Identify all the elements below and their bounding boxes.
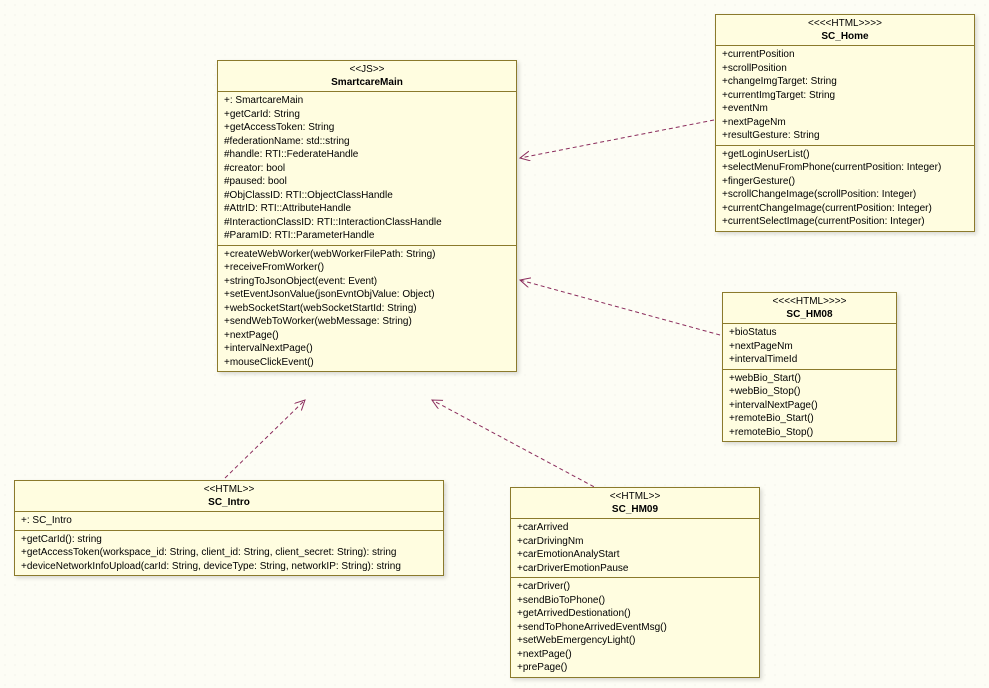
class-name: SC_Home — [722, 30, 968, 43]
operation-row: +prePage() — [517, 661, 753, 675]
attribute-row: +currentImgTarget: String — [722, 89, 968, 103]
operation-row: +webSocketStart(webSocketStartId: String… — [224, 302, 510, 316]
attribute-row: #ParamID: RTI::ParameterHandle — [224, 229, 510, 243]
class-name: SC_Intro — [21, 496, 437, 509]
attribute-row: +nextPageNm — [729, 340, 890, 354]
operation-row: +intervalNextPage() — [224, 342, 510, 356]
attributes-section: +: SC_Intro — [15, 512, 443, 531]
class-sc-hm09[interactable]: <<HTML>> SC_HM09 +carArrived+carDrivingN… — [510, 487, 760, 678]
stereotype: <<<<HTML>>>> — [722, 17, 968, 30]
attribute-row: #handle: RTI::FederateHandle — [224, 148, 510, 162]
class-header: <<JS>> SmartcareMain — [218, 61, 516, 92]
operation-row: +sendBioToPhone() — [517, 594, 753, 608]
operation-row: +createWebWorker(webWorkerFilePath: Stri… — [224, 248, 510, 262]
operation-row: +getLoginUserList() — [722, 148, 968, 162]
attribute-row: #creator: bool — [224, 162, 510, 176]
operation-row: +getCarId(): string — [21, 533, 437, 547]
operations-section: +webBio_Start()+webBio_Stop()+intervalNe… — [723, 370, 896, 442]
operation-row: +getAccessToken(workspace_id: String, cl… — [21, 546, 437, 560]
stereotype: <<<<HTML>>>> — [729, 295, 890, 308]
operation-row: +nextPage() — [517, 648, 753, 662]
stereotype: <<HTML>> — [517, 490, 753, 503]
operation-row: +carDriver() — [517, 580, 753, 594]
attribute-row: +resultGesture: String — [722, 129, 968, 143]
attributes-section: +currentPosition+scrollPosition+changeIm… — [716, 46, 974, 146]
attribute-row: +carArrived — [517, 521, 753, 535]
class-name: SC_HM08 — [729, 308, 890, 321]
attribute-row: +intervalTimeId — [729, 353, 890, 367]
attribute-row: +: SmartcareMain — [224, 94, 510, 108]
operation-row: +deviceNetworkInfoUpload(carId: String, … — [21, 560, 437, 574]
operations-section: +createWebWorker(webWorkerFilePath: Stri… — [218, 246, 516, 372]
attribute-row: +eventNm — [722, 102, 968, 116]
class-name: SC_HM09 — [517, 503, 753, 516]
class-sc-home[interactable]: <<<<HTML>>>> SC_Home +currentPosition+sc… — [715, 14, 975, 232]
attribute-row: +: SC_Intro — [21, 514, 437, 528]
operation-row: +setEventJsonValue(jsonEvntObjValue: Obj… — [224, 288, 510, 302]
operation-row: +nextPage() — [224, 329, 510, 343]
attributes-section: +carArrived+carDrivingNm+carEmotionAnaly… — [511, 519, 759, 578]
operation-row: +currentChangeImage(currentPosition: Int… — [722, 202, 968, 216]
operation-row: +webBio_Start() — [729, 372, 890, 386]
class-sc-hm08[interactable]: <<<<HTML>>>> SC_HM08 +bioStatus+nextPage… — [722, 292, 897, 442]
stereotype: <<HTML>> — [21, 483, 437, 496]
attribute-row: +changeImgTarget: String — [722, 75, 968, 89]
attribute-row: +nextPageNm — [722, 116, 968, 130]
class-name: SmartcareMain — [224, 76, 510, 89]
operations-section: +getLoginUserList()+selectMenuFromPhone(… — [716, 146, 974, 231]
operation-row: +fingerGesture() — [722, 175, 968, 189]
attribute-row: +carEmotionAnalyStart — [517, 548, 753, 562]
class-header: <<HTML>> SC_Intro — [15, 481, 443, 512]
operation-row: +mouseClickEvent() — [224, 356, 510, 370]
attribute-row: +carDriverEmotionPause — [517, 562, 753, 576]
class-header: <<HTML>> SC_HM09 — [511, 488, 759, 519]
attribute-row: #federationName: std::string — [224, 135, 510, 149]
attributes-section: +: SmartcareMain+getCarId: String+getAcc… — [218, 92, 516, 246]
operation-row: +currentSelectImage(currentPosition: Int… — [722, 215, 968, 229]
operation-row: +remoteBio_Stop() — [729, 426, 890, 440]
operations-section: +getCarId(): string+getAccessToken(works… — [15, 531, 443, 576]
class-sc-intro[interactable]: <<HTML>> SC_Intro +: SC_Intro +getCarId(… — [14, 480, 444, 576]
attribute-row: +bioStatus — [729, 326, 890, 340]
attribute-row: +getCarId: String — [224, 108, 510, 122]
class-header: <<<<HTML>>>> SC_Home — [716, 15, 974, 46]
stereotype: <<JS>> — [224, 63, 510, 76]
attribute-row: #InteractionClassID: RTI::InteractionCla… — [224, 216, 510, 230]
attribute-row: +scrollPosition — [722, 62, 968, 76]
attribute-row: +carDrivingNm — [517, 535, 753, 549]
operation-row: +selectMenuFromPhone(currentPosition: In… — [722, 161, 968, 175]
attributes-section: +bioStatus+nextPageNm+intervalTimeId — [723, 324, 896, 370]
operation-row: +sendWebToWorker(webMessage: String) — [224, 315, 510, 329]
operation-row: +scrollChangeImage(scrollPosition: Integ… — [722, 188, 968, 202]
class-smartcaremain[interactable]: <<JS>> SmartcareMain +: SmartcareMain+ge… — [217, 60, 517, 372]
operation-row: +setWebEmergencyLight() — [517, 634, 753, 648]
attribute-row: +currentPosition — [722, 48, 968, 62]
operation-row: +sendToPhoneArrivedEventMsg() — [517, 621, 753, 635]
operation-row: +getArrivedDestionation() — [517, 607, 753, 621]
operation-row: +intervalNextPage() — [729, 399, 890, 413]
operation-row: +receiveFromWorker() — [224, 261, 510, 275]
operation-row: +remoteBio_Start() — [729, 412, 890, 426]
attribute-row: +getAccessToken: String — [224, 121, 510, 135]
class-header: <<<<HTML>>>> SC_HM08 — [723, 293, 896, 324]
attribute-row: #ObjClassID: RTI::ObjectClassHandle — [224, 189, 510, 203]
attribute-row: #paused: bool — [224, 175, 510, 189]
operation-row: +stringToJsonObject(event: Event) — [224, 275, 510, 289]
operations-section: +carDriver()+sendBioToPhone()+getArrived… — [511, 578, 759, 677]
attribute-row: #AttrID: RTI::AttributeHandle — [224, 202, 510, 216]
operation-row: +webBio_Stop() — [729, 385, 890, 399]
